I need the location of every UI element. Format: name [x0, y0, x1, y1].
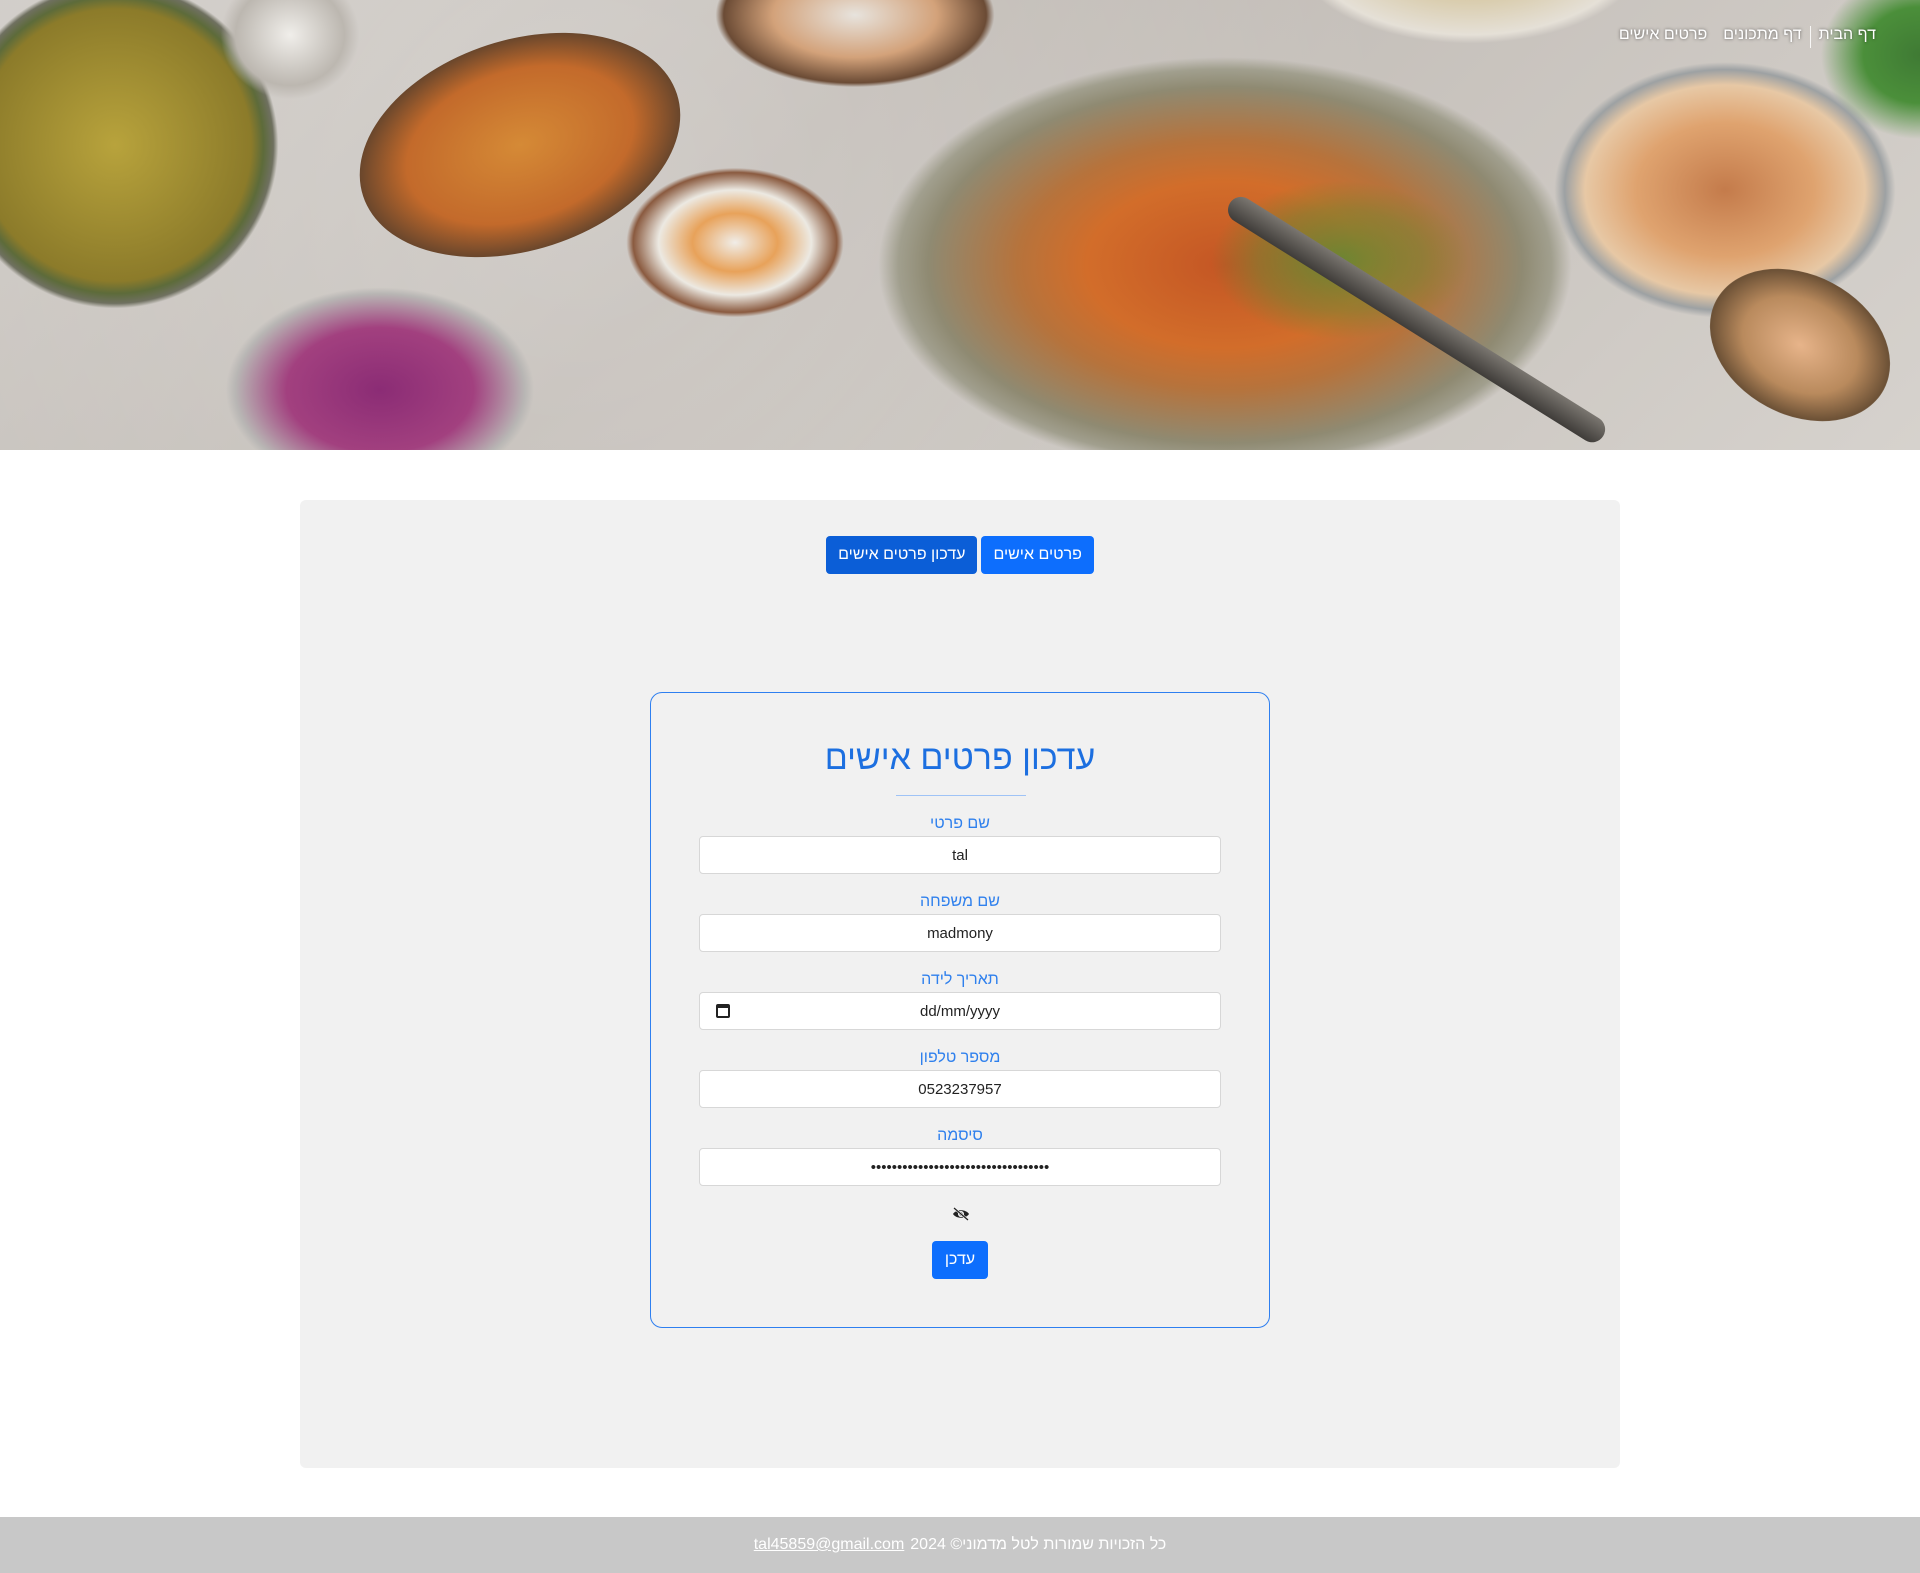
footer: כל הזכויות שמורות לטל מדמוני© 2024 tal45…: [0, 1517, 1920, 1573]
hero-food-image: [615, 160, 855, 325]
tab-personal-details[interactable]: פרטים אישים: [981, 536, 1094, 574]
hero-food-image: [215, 280, 545, 450]
first-name-label: שם פרטי: [930, 815, 990, 832]
password-label: סיסמה: [937, 1127, 983, 1144]
nav-link-personal[interactable]: פרטים אישים: [1611, 26, 1715, 48]
hero-banner: דף הבית דף מתכונים פרטים אישים: [0, 0, 1920, 450]
footer-email-link[interactable]: tal45859@gmail.com: [754, 1536, 905, 1554]
first-name-input[interactable]: [699, 836, 1221, 874]
update-submit-button[interactable]: עדכן: [932, 1241, 988, 1279]
birthdate-label: תאריך לידה: [921, 971, 999, 988]
last-name-label: שם משפחה: [920, 893, 1000, 910]
footer-rights-text: כל הזכויות שמורות לטל מדמוני© 2024: [910, 1536, 1167, 1553]
hero-food-image: [710, 0, 1000, 90]
birthdate-input[interactable]: dd/mm/yyyy: [699, 992, 1221, 1030]
nav-divider: [1809, 26, 1811, 48]
birthdate-placeholder: dd/mm/yyyy: [919, 1003, 1000, 1020]
password-input[interactable]: [699, 1148, 1221, 1186]
nav-link-home[interactable]: דף הבית: [1811, 26, 1884, 48]
tab-row: פרטים אישים עדכון פרטים אישים: [300, 536, 1620, 574]
title-divider: [896, 795, 1026, 796]
last-name-input[interactable]: [699, 914, 1221, 952]
tab-update-personal-details[interactable]: עדכון פרטים אישים: [826, 536, 978, 574]
top-nav: דף הבית דף מתכונים פרטים אישים: [1611, 26, 1884, 48]
phone-input[interactable]: [699, 1070, 1221, 1108]
hero-food-image: [1280, 0, 1660, 50]
form-title: עדכון פרטים אישים: [824, 739, 1096, 777]
update-form-card: עדכון פרטים אישים שם פרטי שם משפחה תאריך…: [650, 692, 1270, 1328]
phone-label: מספר טלפון: [919, 1049, 1001, 1066]
toggle-password-visibility-icon[interactable]: [952, 1207, 970, 1221]
nav-link-recipes[interactable]: דף מתכונים: [1715, 26, 1809, 48]
